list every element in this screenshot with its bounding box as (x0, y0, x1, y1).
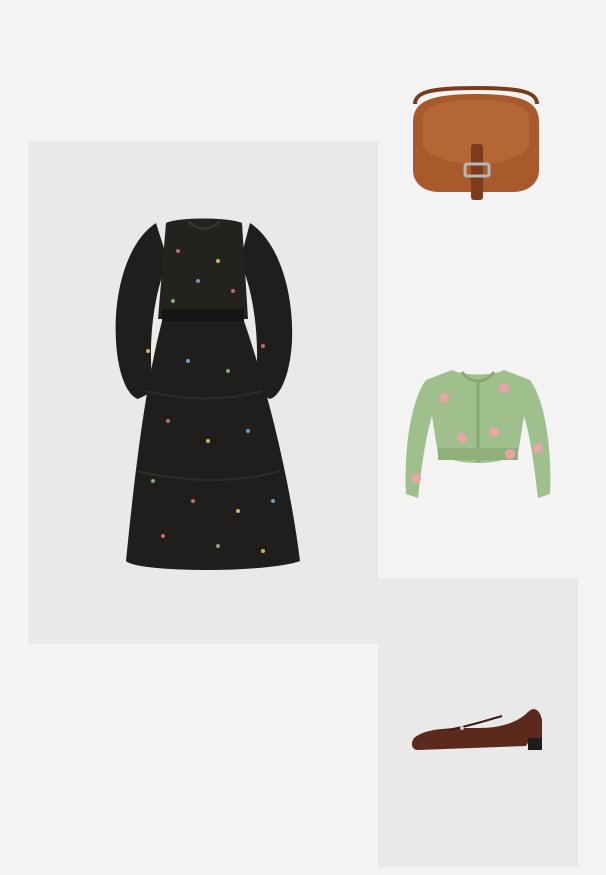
shoe-image (411, 709, 542, 750)
product-tile-shoe[interactable] (378, 578, 578, 867)
bag-image (413, 85, 539, 200)
dress-image (115, 218, 300, 570)
cardigan-image (405, 370, 551, 498)
product-tile-bag[interactable] (401, 82, 551, 206)
product-tile-dress[interactable] (28, 141, 378, 644)
product-tile-cardigan[interactable] (398, 362, 558, 508)
